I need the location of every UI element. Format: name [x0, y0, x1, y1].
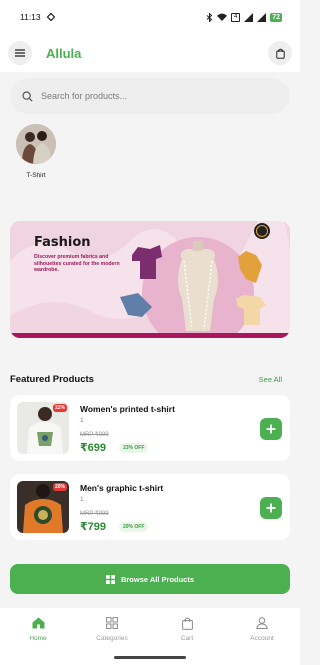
nav-home[interactable]: Home [8, 617, 68, 642]
see-all-link[interactable]: See All [259, 375, 282, 384]
battery-icon: 72 [270, 12, 282, 22]
plus-icon [266, 424, 276, 434]
signal-icon [244, 12, 254, 22]
featured-header: Featured Products See All [10, 374, 282, 385]
discount-tag: 20% [52, 483, 67, 491]
app-title: Allula [46, 45, 82, 61]
menu-icon [15, 49, 25, 57]
status-time: 11:13 [20, 12, 41, 22]
product-mrp: MRP ₹999 [80, 511, 109, 517]
discount-badge: 23% OFF [119, 443, 149, 453]
nav-categories[interactable]: Categories [82, 617, 142, 642]
product-name: Men's graphic t-shirt [80, 483, 164, 493]
app-bar: Allula [0, 34, 300, 72]
category-image [16, 124, 56, 164]
search-icon [22, 90, 33, 102]
product-card[interactable]: 20% Men's graphic t-shirt 1 MRP ₹999 ₹79… [10, 474, 290, 540]
categories-grid-icon [106, 617, 118, 629]
product-image: 20% [17, 481, 69, 533]
product-mrp: MRP ₹999 [80, 432, 109, 438]
discount-tag: 22% [52, 404, 67, 412]
gesture-bar [114, 656, 186, 659]
grid-icon [105, 574, 115, 584]
person-icon [256, 617, 268, 629]
product-price: ₹799 [80, 521, 107, 533]
status-bar: 11:13 4 72 [0, 0, 300, 34]
signal-icon-2 [257, 12, 267, 22]
location-diamond-icon [46, 13, 55, 21]
search-input[interactable]: Search for products... [10, 78, 290, 114]
sim-icon: 4 [231, 12, 241, 22]
category-label: T-Shirt [26, 172, 46, 179]
nav-account[interactable]: Account [232, 617, 292, 642]
discount-badge: 20% OFF [119, 522, 149, 532]
shopping-bag-button[interactable] [268, 41, 292, 65]
plus-icon [266, 503, 276, 513]
bag-icon [181, 617, 193, 630]
add-to-cart-button[interactable] [260, 497, 282, 519]
browse-button-label: Browse All Products [120, 574, 195, 584]
product-price: ₹699 [80, 442, 107, 454]
nav-label: Cart [180, 635, 194, 642]
category-item-tshirt[interactable]: T-Shirt [14, 124, 58, 179]
banner-subtitle: Discover premium fabrics and silhouettes… [34, 254, 120, 273]
banner-title: Fashion [34, 235, 91, 250]
product-name: Women's printed t-shirt [80, 404, 175, 414]
search-placeholder: Search for products... [41, 91, 128, 101]
bluetooth-icon [206, 12, 213, 22]
promo-banner[interactable]: Fashion Discover premium fabrics and sil… [10, 221, 290, 338]
search-section: Search for products... [0, 72, 300, 120]
nav-label: Account [250, 635, 274, 642]
add-to-cart-button[interactable] [260, 418, 282, 440]
product-image: 22% [17, 402, 69, 454]
nav-label: Categories [96, 635, 128, 642]
home-icon [32, 617, 44, 629]
nav-label: Home [29, 635, 47, 642]
bottom-navigation: Home Categories Cart Account [0, 608, 300, 665]
section-title: Featured Products [10, 374, 94, 385]
shopping-bag-icon [275, 48, 285, 59]
menu-button[interactable] [8, 41, 32, 65]
product-quantity: 1 [80, 496, 84, 503]
product-card[interactable]: 22% Women's printed t-shirt 1 MRP ₹999 ₹… [10, 395, 290, 461]
nav-cart[interactable]: Cart [157, 617, 217, 642]
wifi-icon [217, 13, 228, 21]
browse-all-products-button[interactable]: Browse All Products [10, 564, 290, 594]
product-quantity: 1 [80, 417, 84, 424]
